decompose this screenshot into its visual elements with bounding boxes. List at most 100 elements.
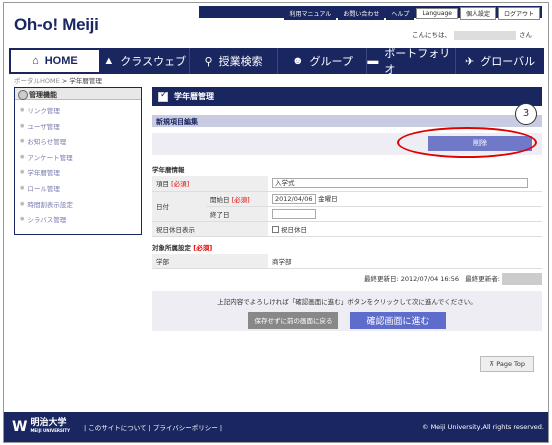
nav-portfolio-label: ポートフォリオ bbox=[384, 48, 451, 76]
breadcrumb: ポータルHOME > 学年暦管理 bbox=[14, 75, 102, 85]
start-weekday: 金曜日 bbox=[318, 195, 338, 203]
affiliation-heading-text: 対象所属設定 bbox=[152, 243, 191, 252]
calendar-info-heading: 学年暦情報 bbox=[152, 166, 185, 174]
page-title-bar: 学年暦管理 bbox=[152, 87, 542, 106]
holiday-value-cell: 祝日休日 bbox=[268, 221, 542, 237]
item-value-cell: 入学式 bbox=[268, 176, 542, 192]
confirm-buttons: 保存せずに前の画面に戻る 確認画面に進む bbox=[152, 312, 542, 329]
end-label: 終了日 bbox=[206, 206, 268, 222]
greeting-suffix: さん bbox=[519, 31, 532, 39]
folder-icon: ▬ bbox=[367, 55, 379, 67]
sidebar-item-links[interactable]: リンク管理 bbox=[20, 103, 141, 119]
browser-frame: 利用マニュアル お問い合わせ ヘルプ Language 個人設定 ログアウト O… bbox=[3, 2, 549, 443]
page-top-button[interactable]: ⊼ Page Top bbox=[480, 356, 534, 372]
sidebar-item-surveys[interactable]: アンケート管理 bbox=[20, 150, 141, 166]
date-label: 日付 bbox=[152, 191, 206, 222]
item-label: 項目 [必須] bbox=[152, 176, 268, 192]
form-row-start-date: 日付 開始日 [必須] 2012/04/06 金曜日 bbox=[152, 191, 542, 222]
delete-bar: 3 削除 bbox=[152, 103, 542, 158]
group-icon: ☻ bbox=[291, 55, 304, 67]
updated-date-label: 最終更新日: bbox=[363, 275, 399, 283]
footer-links[interactable]: | このサイトについて | プライバシーポリシー | bbox=[84, 422, 222, 432]
nav-home-label: HOME bbox=[44, 55, 78, 67]
breadcrumb-current: 学年暦管理 bbox=[69, 77, 102, 85]
back-without-saving-button[interactable]: 保存せずに前の画面に戻る bbox=[248, 312, 339, 329]
sidebar-item-users[interactable]: ユーザ管理 bbox=[20, 119, 141, 135]
utility-nav: 利用マニュアル お問い合わせ ヘルプ Language 個人設定 ログアウト bbox=[284, 7, 540, 20]
item-input[interactable]: 入学式 bbox=[272, 178, 528, 189]
required-mark: [必須] bbox=[171, 180, 190, 189]
page-title: 学年暦管理 bbox=[174, 92, 214, 101]
nav-course-search-label: 授業検索 bbox=[218, 56, 263, 68]
manual-link[interactable]: 利用マニュアル bbox=[284, 7, 337, 20]
nav-course-search[interactable]: ⚲ 授業検索 bbox=[190, 48, 279, 74]
sidebar-list: リンク管理 ユーザ管理 お知らせ管理 アンケート管理 学年暦管理 ロール管理 時… bbox=[15, 100, 141, 228]
form-row-dept: 学部 商学部 bbox=[152, 253, 542, 269]
site-logo[interactable]: Oh-o! Meiji bbox=[14, 15, 99, 35]
nav-classweb[interactable]: ▲ クラスウェブ bbox=[101, 48, 190, 74]
holiday-label: 祝日休日表示 bbox=[152, 221, 268, 237]
language-button[interactable]: Language bbox=[416, 8, 458, 19]
sidebar-item-notices[interactable]: お知らせ管理 bbox=[20, 134, 141, 150]
nav-global-label: グローバル bbox=[480, 56, 536, 68]
nav-group[interactable]: ☻ グループ bbox=[278, 48, 368, 74]
calendar-info-form: 項目 [必須] 入学式 日付 開始日 [必須] 2012/04/06 金曜日 終… bbox=[152, 176, 542, 237]
sidebar-title: 管理機能 bbox=[15, 88, 141, 100]
nav-global[interactable]: ✈ グローバル bbox=[456, 48, 544, 74]
updater-label: 最終更新者: bbox=[465, 275, 500, 283]
personal-settings-button[interactable]: 個人設定 bbox=[459, 7, 496, 20]
edit-checklist-icon bbox=[158, 90, 168, 102]
holiday-checkbox[interactable] bbox=[272, 226, 279, 233]
help-link[interactable]: ヘルプ bbox=[386, 7, 415, 20]
start-date-input[interactable]: 2012/04/06 bbox=[272, 194, 316, 204]
university-logo[interactable]: W 明治大学 MEIJI UNIVERSITY bbox=[12, 419, 70, 436]
admin-sidebar: 管理機能 リンク管理 ユーザ管理 お知らせ管理 アンケート管理 学年暦管理 ロー… bbox=[14, 87, 142, 235]
breadcrumb-home-link[interactable]: ポータルHOME bbox=[14, 77, 60, 85]
end-date-input[interactable] bbox=[272, 208, 316, 219]
sidebar-item-timetable[interactable]: 時間割表示設定 bbox=[20, 197, 141, 213]
search-icon: ⚲ bbox=[204, 55, 213, 68]
graduation-cap-icon: ▲ bbox=[103, 55, 115, 67]
go-to-confirm-button[interactable]: 確認画面に進む bbox=[350, 312, 446, 329]
start-label-cell: 開始日 [必須] bbox=[206, 191, 268, 207]
nav-group-label: グループ bbox=[309, 56, 353, 68]
sidebar-item-syllabus[interactable]: シラバス管理 bbox=[20, 212, 141, 228]
nav-portfolio[interactable]: ▬ ポートフォリオ bbox=[367, 48, 457, 76]
form-row-holiday: 祝日休日表示 祝日休日 bbox=[152, 221, 542, 237]
main-nav: ⌂ HOME ▲ クラスウェブ ⚲ 授業検索 ☻ グループ ▬ ポートフォリオ ✈ グローバ… bbox=[9, 48, 544, 76]
nav-home[interactable]: ⌂ HOME bbox=[9, 48, 101, 74]
required-mark: [必須] bbox=[231, 195, 250, 204]
updated-date-value: 2012/07/04 16:56 bbox=[400, 275, 460, 283]
dept-value: 商学部 bbox=[268, 253, 542, 269]
home-icon: ⌂ bbox=[32, 55, 39, 67]
user-name-redacted bbox=[454, 30, 516, 40]
confirm-area: 上記内容でよろしければ「確認画面に進む」ボタンをクリックして次に進んでください。… bbox=[152, 291, 542, 331]
breadcrumb-sep: > bbox=[59, 77, 70, 85]
item-label-text: 項目 bbox=[156, 180, 169, 189]
start-label: 開始日 bbox=[210, 195, 230, 204]
contact-link[interactable]: お問い合わせ bbox=[338, 7, 385, 20]
main-content: 学年暦管理 新規項目編集 3 削除 学年暦情報 項目 [必須] 入学式 日付 開… bbox=[152, 87, 542, 331]
section-subtitle: 新規項目編集 bbox=[152, 115, 542, 127]
callout-number: 3 bbox=[515, 103, 537, 125]
dept-label: 学部 bbox=[152, 253, 268, 269]
holiday-checkbox-label: 祝日休日 bbox=[281, 225, 307, 234]
confirm-message: 上記内容でよろしければ「確認画面に進む」ボタンをクリックして次に進んでください。 bbox=[217, 298, 477, 306]
form-row-item: 項目 [必須] 入学式 bbox=[152, 176, 542, 192]
logout-button[interactable]: ログアウト bbox=[497, 7, 540, 20]
meiji-mark-icon: W bbox=[12, 419, 28, 435]
university-name: 明治大学 MEIJI UNIVERSITY bbox=[30, 419, 70, 435]
footer: W 明治大学 MEIJI UNIVERSITY | このサイトについて | プライ… bbox=[4, 412, 548, 442]
highlight-ellipse bbox=[397, 127, 537, 158]
update-info: 最終更新日: 2012/07/04 16:56 最終更新者: bbox=[152, 272, 542, 286]
end-value-cell bbox=[268, 206, 542, 222]
updater-redacted bbox=[502, 273, 542, 285]
sidebar-item-calendar[interactable]: 学年暦管理 bbox=[20, 165, 141, 181]
page-top-label: Page Top bbox=[496, 360, 525, 368]
sidebar-item-roles[interactable]: ロール管理 bbox=[20, 181, 141, 197]
form-row-end-date: 終了日 bbox=[152, 206, 542, 222]
affiliation-form: 学部 商学部 bbox=[152, 253, 542, 269]
required-mark: [必須] bbox=[193, 243, 213, 252]
greeting: こんにちは、 さん bbox=[412, 29, 532, 40]
nav-classweb-label: クラスウェブ bbox=[120, 56, 187, 68]
